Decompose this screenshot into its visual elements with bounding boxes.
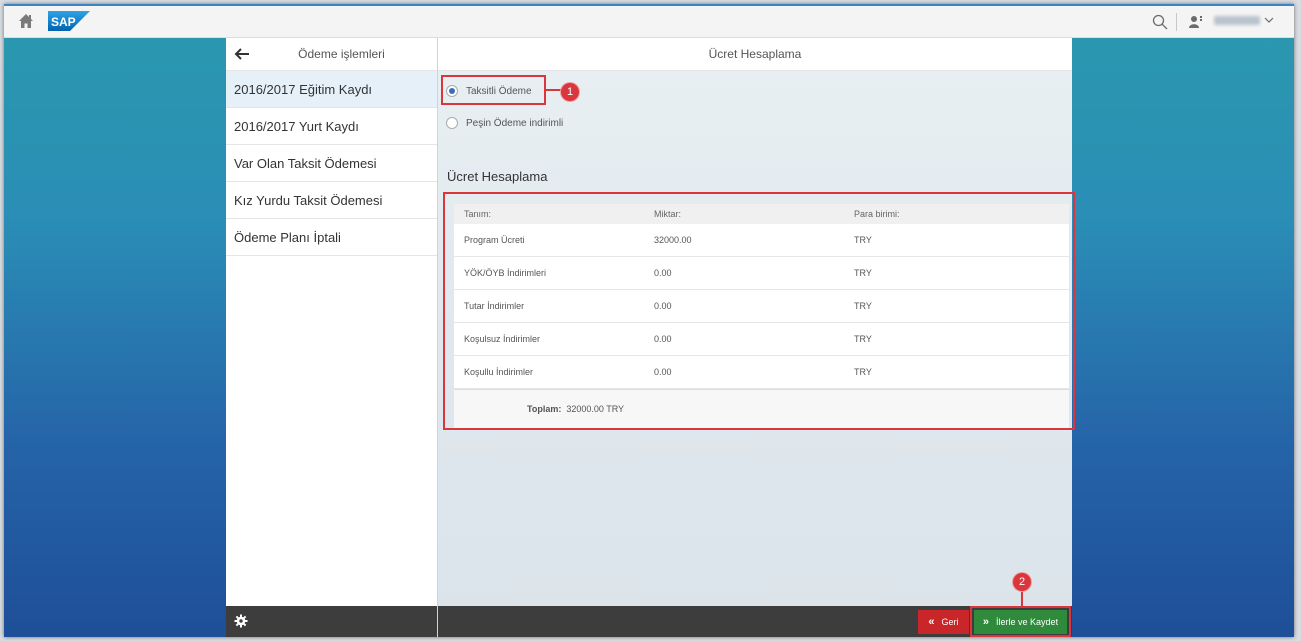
fee-table: Tanım: Miktar: Para birimi: Program Ücre… [454,204,1069,428]
table-row: YÖK/ÖYB İndirimleri 0.00 TRY [454,257,1069,290]
home-icon[interactable] [18,13,34,29]
annotation-line-1 [546,89,562,91]
table-row: Koşulsuz İndirimler 0.00 TRY [454,323,1069,356]
cell-amount: 0.00 [654,334,672,344]
back-button[interactable]: « Geri [918,610,969,634]
fee-table-highlight: Tanım: Miktar: Para birimi: Program Ücre… [443,192,1075,430]
column-header: Tanım: [464,209,492,219]
cell-currency: TRY [854,268,872,278]
cell-description: YÖK/ÖYB İndirimleri [464,268,547,278]
cell-currency: TRY [854,334,872,344]
cell-currency: TRY [854,301,872,311]
user-name-blurred[interactable] [1214,16,1260,25]
chevron-down-icon[interactable] [1264,16,1274,24]
annotation-badge-2: 2 [1013,573,1031,591]
master-pane: Ödeme işlemleri 2016/2017 Eğitim Kaydı 2… [226,38,437,637]
master-footer [226,606,437,637]
cell-amount: 0.00 [654,301,672,311]
shell-divider [1176,13,1177,31]
radio-pesin-odeme[interactable]: Peşin Ödeme indirimli [446,113,563,133]
column-header: Para birimi: [854,209,900,219]
total-row: Toplam: 32000.00 TRY [454,389,1069,428]
shell-bar: SAP [4,4,1294,38]
cell-currency: TRY [854,235,872,245]
detail-title: Ücret Hesaplama [708,47,802,61]
detail-footer: 2 « Geri » İlerle ve Kaydet [438,573,1072,637]
annotation-badge-1: 1 [561,83,579,101]
table-row: Program Ücreti 32000.00 TRY [454,224,1069,257]
radio-label: Peşin Ödeme indirimli [466,117,564,129]
cell-amount: 0.00 [654,268,672,278]
table-row: Tutar İndirimler 0.00 TRY [454,290,1069,323]
cell-currency: TRY [854,367,872,377]
cell-amount: 0.00 [654,367,672,377]
table-header: Tanım: Miktar: Para birimi: [454,204,1069,224]
master-header: Ödeme işlemleri [226,38,437,71]
back-button-label: Geri [941,617,959,627]
sap-logo[interactable]: SAP [48,11,90,31]
cell-description: Koşulsuz İndirimler [464,334,541,344]
cell-description: Tutar İndirimler [464,301,525,311]
detail-pane: Ücret Hesaplama Taksitli Ödeme Peşin Öde… [438,38,1075,637]
radio-button[interactable] [446,117,458,129]
table-row: Koşullu İndirimler 0.00 TRY [454,356,1069,389]
cell-description: Program Ücreti [464,235,525,245]
annotation-line-2 [1021,590,1023,606]
user-icon[interactable] [1189,15,1203,29]
total-label: Toplam: [527,404,562,414]
total-value: 32000.00 TRY [566,404,625,414]
master-title: Ödeme işlemleri [298,47,385,61]
search-icon[interactable] [1152,14,1168,30]
detail-header: Ücret Hesaplama [438,38,1072,71]
double-chevron-left-icon: « [928,616,935,628]
annotation-highlight-1 [441,75,546,105]
master-item-plan-iptali[interactable]: Ödeme Planı İptali [226,219,437,256]
column-header: Miktar: [654,209,681,219]
master-item-taksit-odemesi[interactable]: Var Olan Taksit Ödemesi [226,145,437,182]
cell-amount: 32000.00 [654,235,692,245]
cell-description: Koşullu İndirimler [464,367,534,377]
master-item-kiz-yurdu[interactable]: Kız Yurdu Taksit Ödemesi [226,182,437,219]
section-title: Ücret Hesaplama [447,169,548,184]
master-item-yurt-kaydi[interactable]: 2016/2017 Yurt Kaydı [226,108,437,145]
annotation-highlight-2 [970,606,1071,637]
gear-icon[interactable] [234,614,248,628]
app-frame: SAP Ödeme işlemleri 2016/2017 Eğitim Kay… [4,4,1294,637]
master-item-egitim-kaydi[interactable]: 2016/2017 Eğitim Kaydı [226,71,437,108]
sap-logo-text: SAP [51,15,76,29]
